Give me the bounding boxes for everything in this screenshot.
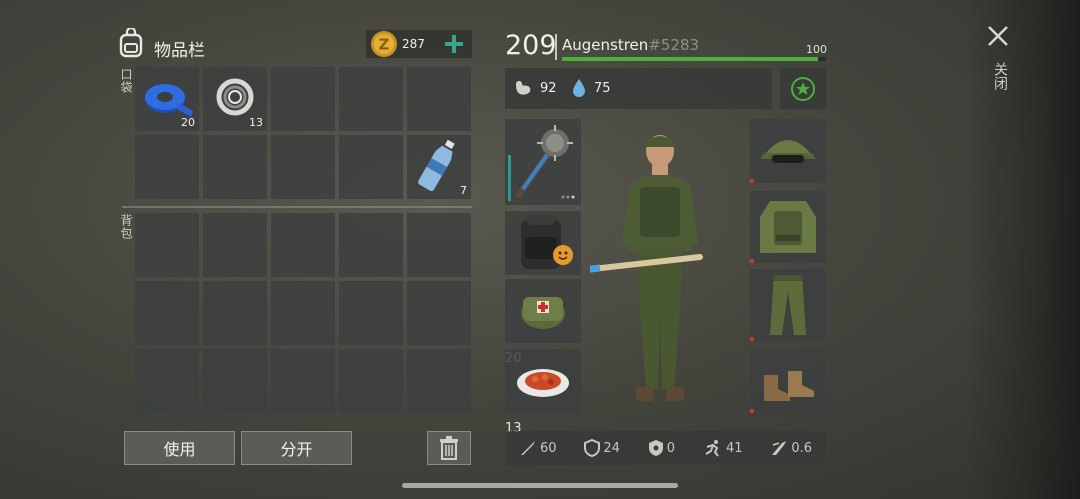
inventory-slot[interactable]: [339, 67, 403, 131]
perk-button[interactable]: [780, 68, 826, 109]
inventory-slot-bearing[interactable]: 13: [203, 67, 267, 131]
speed-value: 41: [725, 440, 743, 456]
player-id: Augenstren#5283: [562, 36, 699, 54]
bottle-count: 7: [460, 184, 467, 197]
spiked-club-icon: [516, 125, 575, 199]
inventory-slot[interactable]: [271, 67, 335, 131]
backpack-icon: [118, 26, 144, 58]
section-divider: [122, 206, 472, 208]
legs-slot[interactable]: [750, 269, 826, 341]
inventory-slot[interactable]: [271, 135, 335, 199]
backpack-slot[interactable]: [203, 349, 267, 413]
inventory-slot-tape[interactable]: 20: [135, 67, 199, 131]
level-divider: [555, 34, 557, 60]
backpack-slot[interactable]: [339, 213, 403, 277]
stats-bar: 60 24 0 41 0.6: [505, 431, 826, 465]
attack-value: 60: [539, 440, 557, 456]
running-icon: [705, 440, 719, 457]
durability-indicator: [750, 259, 754, 263]
tactical-backpack-icon: [521, 215, 573, 269]
svg-text:Z: Z: [379, 36, 390, 54]
player-level: 209: [505, 30, 557, 61]
backpack-slot[interactable]: [407, 213, 471, 277]
use-button[interactable]: 使用: [124, 431, 235, 465]
inventory-slot[interactable]: [135, 135, 199, 199]
inventory-slot[interactable]: [339, 135, 403, 199]
tape-count: 20: [181, 116, 195, 129]
durability-indicator: [750, 409, 754, 413]
radiation-stat: 0: [648, 439, 675, 457]
medkit-icon: [521, 297, 565, 329]
close-icon: [988, 26, 1008, 46]
backpack-slot[interactable]: [339, 281, 403, 345]
backpack-slot[interactable]: [407, 281, 471, 345]
durability-indicator: [750, 337, 754, 341]
food-plate-icon: [517, 369, 569, 397]
close-button[interactable]: 关闭: [984, 22, 1012, 102]
trash-button[interactable]: [427, 431, 471, 465]
radiation-shield-icon: [648, 440, 663, 456]
coin-icon: Z: [370, 30, 398, 58]
stealth-icon: [772, 441, 787, 455]
backpack-slot[interactable]: [407, 349, 471, 413]
weapon-slot[interactable]: [505, 119, 581, 205]
inventory-slot[interactable]: [407, 67, 471, 131]
home-indicator[interactable]: [402, 483, 678, 488]
plus-icon: [445, 35, 463, 53]
backpack-slot[interactable]: [271, 281, 335, 345]
character-model: [517, 125, 740, 410]
star-badge-icon: [791, 76, 815, 101]
backpack-slot[interactable]: [135, 281, 199, 345]
backpack-slot[interactable]: [203, 213, 267, 277]
camo-cap-icon: [760, 140, 816, 163]
camo-vest-icon: [760, 201, 816, 253]
camo-pants-icon: [770, 275, 806, 335]
backpack-slot[interactable]: [135, 349, 199, 413]
water-drop-icon: [571, 78, 587, 98]
trash-icon: [440, 436, 458, 460]
pocket-label: 口袋: [119, 68, 133, 94]
boots-icon: [764, 371, 814, 401]
backpack-slot[interactable]: [271, 213, 335, 277]
player-name: Augenstren: [562, 36, 649, 54]
speed-stat: 41: [703, 439, 743, 457]
radiation-value: 0: [666, 440, 676, 456]
health-max: 100: [806, 43, 827, 56]
backpack-slot[interactable]: [135, 213, 199, 277]
close-label: 关闭: [992, 62, 1008, 90]
health-bar-fill: [562, 57, 819, 61]
inventory-slot-bottle[interactable]: 7: [407, 135, 471, 199]
health-bar: [562, 57, 826, 61]
inventory-title: 物品栏: [154, 41, 205, 61]
split-button[interactable]: 分开: [241, 431, 352, 465]
backpack-equip-slot[interactable]: [505, 211, 581, 275]
medkit-slot[interactable]: 20: [505, 279, 581, 366]
attack-stat: 60: [519, 439, 557, 457]
stomach-icon: [513, 78, 533, 98]
food-slot[interactable]: 13: [505, 349, 581, 436]
backpack-slot[interactable]: [339, 349, 403, 413]
coin-count: 287: [402, 37, 425, 51]
backpack-label: 背包: [119, 214, 133, 240]
food-value: 92: [540, 81, 557, 96]
defense-value: 24: [603, 440, 620, 456]
inventory-slot[interactable]: [203, 135, 267, 199]
stealth-stat: 0.6: [770, 439, 812, 457]
add-coins-button[interactable]: [442, 32, 466, 56]
durability-indicator: [750, 179, 754, 183]
player-tag: #5283: [648, 36, 700, 54]
backpack-slot[interactable]: [271, 349, 335, 413]
head-slot[interactable]: [750, 119, 826, 183]
feet-slot[interactable]: [750, 349, 826, 413]
water-value: 75: [594, 81, 611, 96]
body-slot[interactable]: [750, 191, 826, 263]
backpack-slot[interactable]: [203, 281, 267, 345]
stealth-value: 0.6: [791, 440, 813, 456]
sword-icon: [520, 441, 535, 455]
shield-icon: [584, 439, 601, 457]
weapon-durability-bar: [508, 155, 511, 201]
right-panel-shade: [965, 0, 1080, 499]
defense-stat: 24: [584, 439, 620, 457]
bearing-count: 13: [249, 116, 263, 129]
